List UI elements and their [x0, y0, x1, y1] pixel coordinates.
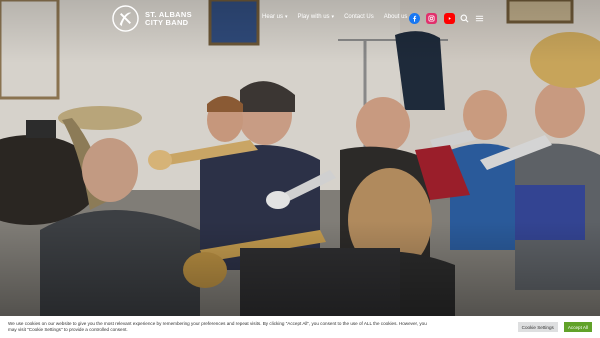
youtube-icon[interactable] [444, 13, 455, 24]
facebook-icon[interactable] [409, 13, 420, 24]
search-icon[interactable] [460, 14, 469, 23]
menu-icon[interactable] [475, 14, 484, 23]
nav-label: Contact Us [344, 14, 374, 20]
brand-name: ST. ALBANS CITY BAND [145, 10, 192, 27]
nav-label: About us [383, 14, 408, 20]
band-logo-icon [112, 5, 139, 32]
nav-label: Play with us [297, 14, 330, 20]
hero-overlay [0, 0, 600, 316]
chevron-down-icon: ▾ [285, 13, 288, 20]
nav-item-contact-us[interactable]: Contact Us [344, 14, 374, 20]
nav-label: Hear us [262, 14, 284, 20]
nav-item-play-with-us[interactable]: Play with us ▾ [298, 14, 335, 20]
main-nav: Hear us ▾ Play with us ▾ Contact Us Abou… [262, 14, 422, 20]
cookie-consent-bar: We use cookies on our website to give yo… [0, 316, 600, 338]
cookie-actions: Cookie Settings Accept All [517, 322, 592, 332]
nav-item-about-us[interactable]: About us ▾ [384, 14, 412, 20]
accept-all-button[interactable]: Accept All [563, 322, 592, 332]
chevron-down-icon: ▾ [331, 13, 335, 20]
site-header: ST. ALBANS CITY BAND Hear us ▾ Play with… [0, 0, 600, 38]
nav-item-hear-us[interactable]: Hear us ▾ [262, 14, 288, 20]
instagram-icon[interactable] [426, 13, 437, 24]
hero-image [0, 0, 600, 316]
cookie-message: We use cookies on our website to give yo… [8, 321, 427, 332]
brand-line-2: CITY BAND [145, 17, 189, 27]
site-logo[interactable]: ST. ALBANS CITY BAND [112, 5, 192, 32]
cookie-settings-button[interactable]: Cookie Settings [517, 322, 558, 332]
